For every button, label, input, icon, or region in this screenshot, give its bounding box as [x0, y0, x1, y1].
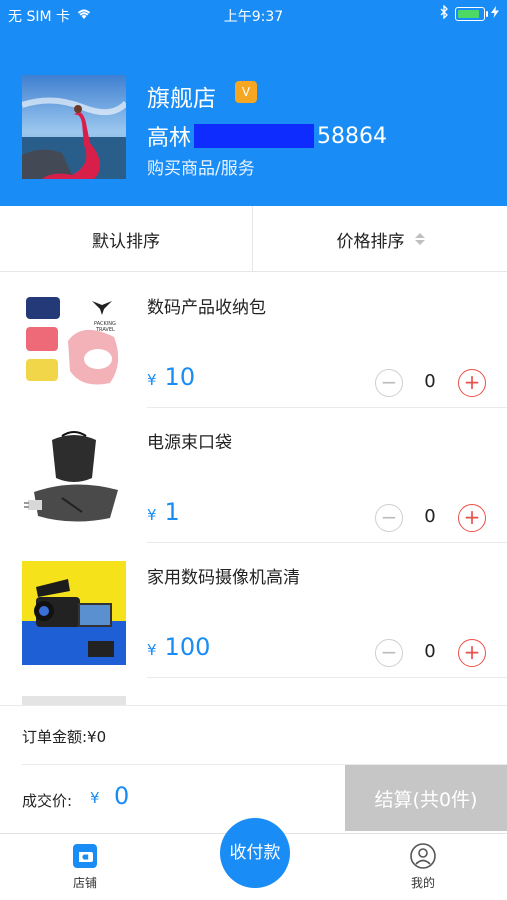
collect-payment-button[interactable]: 收付款	[220, 818, 290, 888]
checkout-button[interactable]: 结算(共0件)	[345, 765, 507, 831]
increase-quantity-button[interactable]: +	[458, 639, 486, 667]
tab-mine-label: 我的	[410, 876, 435, 890]
price-currency: ¥	[147, 641, 157, 659]
increase-quantity-button[interactable]: +	[458, 369, 486, 397]
shop-icon	[71, 842, 99, 870]
list-item[interactable]	[0, 678, 507, 705]
deal-price-currency: ¥	[90, 789, 100, 807]
sort-default-label: 默认排序	[92, 231, 160, 252]
store-photo[interactable]	[22, 75, 126, 179]
bluetooth-icon	[440, 4, 449, 23]
product-name[interactable]: 数码产品收纳包	[147, 293, 266, 318]
status-time: 上午9:37	[223, 9, 284, 25]
product-name[interactable]: 家用数码摄像机高清	[147, 563, 300, 588]
sort-bar: 默认排序 价格排序	[0, 206, 507, 272]
tab-shop[interactable]: 店铺	[40, 842, 130, 891]
svg-text:TRAVEL: TRAVEL	[95, 327, 115, 333]
product-image	[22, 561, 126, 665]
status-bar: 无 SIM 卡 上午9:37	[0, 0, 507, 28]
sort-default-button[interactable]: 默认排序	[0, 206, 253, 272]
redacted-block	[194, 124, 315, 148]
product-price: ¥ 1	[147, 498, 180, 526]
store-description: 购买商品/服务	[147, 159, 255, 179]
list-item[interactable]: 家用数码摄像机高清 ¥ 100 − 0 +	[0, 543, 507, 678]
product-price: ¥ 100	[147, 633, 210, 661]
product-image	[22, 426, 126, 530]
product-image	[22, 696, 126, 705]
quantity-value: 0	[424, 371, 436, 392]
sort-arrows-icon	[414, 233, 425, 245]
deal-price-label: 成交价:	[22, 792, 73, 810]
store-owner: 高林 58864	[147, 120, 387, 152]
owner-prefix: 高林	[147, 126, 192, 151]
decrease-quantity-button[interactable]: −	[375, 504, 403, 532]
quantity-value: 0	[424, 506, 436, 527]
store-name: 旗舰店	[147, 86, 216, 112]
list-item[interactable]: PACKING TRAVEL 数码产品收纳包 ¥ 10 − 0 +	[0, 273, 507, 408]
order-amount: 订单金额:¥0	[22, 728, 107, 746]
tab-shop-label: 店铺	[72, 876, 97, 890]
product-name[interactable]: 电源束口袋	[147, 428, 232, 453]
vip-badge-icon: V	[235, 81, 257, 103]
list-item[interactable]: 电源束口袋 ¥ 1 − 0 +	[0, 408, 507, 543]
sort-price-button[interactable]: 价格排序	[254, 206, 507, 272]
decrease-quantity-button[interactable]: −	[375, 639, 403, 667]
charging-icon	[491, 6, 499, 22]
increase-quantity-button[interactable]: +	[458, 504, 486, 532]
product-price: ¥ 10	[147, 363, 195, 391]
price-currency: ¥	[147, 371, 157, 389]
store-header: 无 SIM 卡 上午9:37 旗舰店 V 高林 58864 购买商品/服务	[0, 0, 507, 206]
battery-icon	[455, 7, 488, 21]
quantity-value: 0	[424, 641, 436, 662]
deal-price-value: 0	[114, 782, 130, 810]
price-value: 10	[164, 363, 196, 391]
product-image: PACKING TRAVEL	[22, 291, 126, 395]
product-list[interactable]: PACKING TRAVEL 数码产品收纳包 ¥ 10 − 0 + 电源束口袋 …	[0, 273, 507, 705]
tab-mine[interactable]: 我的	[378, 842, 468, 891]
price-value: 100	[164, 633, 211, 661]
decrease-quantity-button[interactable]: −	[375, 369, 403, 397]
order-amount-row: 订单金额:¥0	[0, 705, 507, 765]
sort-price-label: 价格排序	[336, 231, 405, 252]
price-value: 1	[164, 498, 180, 526]
status-right	[440, 4, 499, 23]
price-currency: ¥	[147, 506, 157, 524]
owner-suffix: 58864	[317, 123, 388, 149]
profile-icon	[409, 842, 437, 870]
